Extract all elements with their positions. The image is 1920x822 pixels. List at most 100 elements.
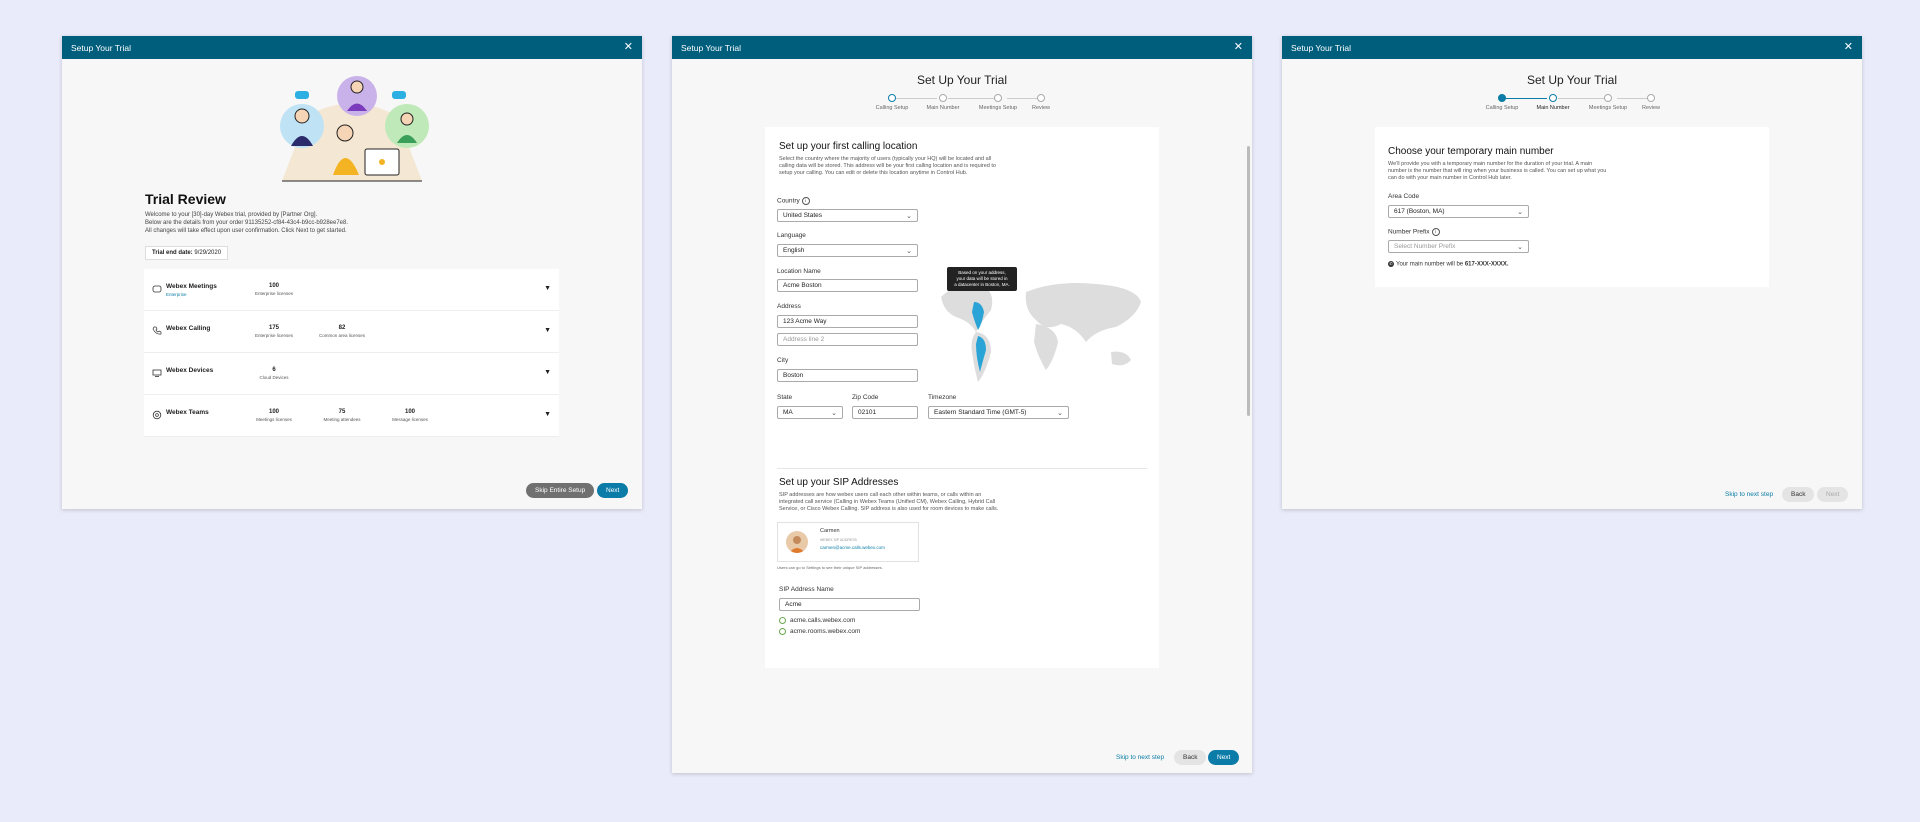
intro-line: All changes will take effect upon user c…: [145, 228, 347, 234]
skip-to-next-step-link[interactable]: Skip to next step: [1116, 754, 1164, 761]
phone-icon: ✆: [1388, 261, 1394, 267]
step-main-number: Main Number: [1523, 94, 1583, 111]
country-select[interactable]: United States ⌄: [777, 209, 918, 222]
main-number-modal: Setup Your Trial ✕ Set Up Your Trial Cal…: [1282, 36, 1862, 509]
service-name: Webex Devices: [166, 367, 214, 374]
step-dot: [1549, 94, 1557, 102]
skip-entire-setup-button[interactable]: Skip Entire Setup: [526, 483, 595, 498]
close-icon[interactable]: ✕: [1844, 42, 1853, 53]
avatar: [786, 531, 808, 553]
calling-setup-modal: Setup Your Trial ✕ Set Up Your Trial Cal…: [672, 36, 1252, 773]
number-prefix-select[interactable]: Select Number Prefix ⌄: [1388, 240, 1529, 253]
sip-example-card: Carmen WEBEX SIP ADDRESS carmen@acme.cal…: [777, 522, 919, 562]
license-label: Common area licenses: [318, 333, 366, 338]
language-select[interactable]: English ⌄: [777, 244, 918, 257]
timezone-value: Eastern Standard Time (GMT-5): [934, 409, 1027, 416]
description-line: Select the country where the majority of…: [779, 156, 992, 162]
info-icon[interactable]: i: [801, 197, 810, 205]
timezone-select[interactable]: Eastern Standard Time (GMT-5) ⌄: [928, 406, 1069, 419]
trial-review-modal: Setup Your Trial ✕ Trial Review Welcome …: [62, 36, 642, 509]
step-dot: [1037, 94, 1045, 102]
device-icon: [152, 369, 162, 377]
description-line: setup your calling. You can edit or dele…: [779, 170, 968, 176]
step-label: Review: [1031, 105, 1051, 111]
caret-down-icon[interactable]: ▼: [544, 411, 551, 418]
back-button[interactable]: Back: [1174, 750, 1207, 765]
section-title: Choose your temporary main number: [1388, 146, 1554, 157]
service-row-devices[interactable]: Webex Devices 6 Cloud Devices ▼: [144, 353, 559, 395]
service-name: Webex Calling: [166, 325, 211, 332]
service-row-meetings[interactable]: Webex Meetings Enterprise 100 Enterprise…: [144, 269, 559, 311]
city-input[interactable]: Boston: [777, 369, 918, 382]
license-count: 82: [338, 325, 346, 331]
intro-text: Welcome to your [30]-day Webex trial, pr…: [145, 211, 348, 235]
number-prefix-placeholder: Select Number Prefix: [1394, 243, 1456, 250]
modal-header: Setup Your Trial ✕: [672, 36, 1252, 59]
info-icon[interactable]: i: [1431, 228, 1440, 236]
scrollbar[interactable]: [1247, 146, 1250, 416]
language-label: Language: [777, 232, 806, 239]
close-icon[interactable]: ✕: [624, 42, 633, 53]
page-title: Set Up Your Trial: [1526, 73, 1618, 87]
next-button[interactable]: Next: [1208, 750, 1240, 765]
step-dot: [888, 94, 896, 102]
people-illustration: [280, 76, 429, 182]
close-icon[interactable]: ✕: [1234, 42, 1243, 53]
caret-down-icon[interactable]: ▼: [544, 327, 551, 334]
country-value: United States: [783, 212, 823, 219]
next-button[interactable]: Next: [1817, 487, 1849, 502]
step-dot: [1647, 94, 1655, 102]
step-review: Review: [1621, 94, 1681, 111]
address-line2-input[interactable]: Address line 2: [777, 333, 918, 346]
license-cell: 100 Message licenses: [375, 409, 445, 422]
zip-input[interactable]: 02101: [852, 406, 918, 419]
license-label: Enterprise licenses: [254, 291, 294, 296]
country-label: Country i: [777, 197, 810, 205]
chevron-down-icon: ⌄: [1517, 244, 1523, 251]
main-number-value: 617-XXX-XXXX.: [1464, 261, 1509, 268]
address-line1-input[interactable]: 123 Acme Way: [777, 315, 918, 328]
trial-end-label: Trial end date:: [152, 250, 193, 256]
zip-label: Zip Code: [852, 394, 879, 401]
service-row-calling[interactable]: Webex Calling 175 Enterprise licenses 82…: [144, 311, 559, 353]
sip-note: Users can go to Settings to see their un…: [777, 565, 883, 570]
section-divider: [777, 468, 1147, 469]
service-tier: Enterprise: [166, 292, 187, 297]
calling-location-card: Set up your first calling location Selec…: [765, 127, 1159, 668]
license-cell: 100 Enterprise licenses: [239, 283, 309, 296]
description-line: number is the number that will ring when…: [1388, 168, 1607, 174]
section-description: SIP addresses are how webex users call e…: [779, 492, 998, 513]
skip-to-next-step-link[interactable]: Skip to next step: [1725, 491, 1773, 498]
area-code-select[interactable]: 617 (Boston, MA) ⌄: [1388, 205, 1529, 218]
location-name-input[interactable]: Acme Boston: [777, 279, 918, 292]
step-review: Review: [1011, 94, 1071, 111]
modal-header: Setup Your Trial ✕: [62, 36, 642, 59]
service-row-teams[interactable]: Webex Teams 100 Meetings licenses 75 Mee…: [144, 395, 559, 437]
section-title: Set up your SIP Addresses: [779, 477, 899, 488]
check-circle-icon: [779, 628, 786, 635]
description-line: We'll provide you with a temporary main …: [1388, 161, 1593, 167]
trial-end-value: 9/29/2020: [194, 250, 222, 256]
caret-down-icon[interactable]: ▼: [544, 369, 551, 376]
number-prefix-label: Number Prefix i: [1388, 228, 1440, 236]
description-line: Service, or Cisco Webex Calling. SIP add…: [779, 506, 999, 512]
caret-down-icon[interactable]: ▼: [544, 285, 551, 292]
main-number-preview: ✆ Your main number will be 617-XXX-XXXX.: [1388, 261, 1509, 268]
step-dot: [994, 94, 1002, 102]
state-select[interactable]: MA ⌄: [777, 406, 843, 419]
license-label: Cloud Devices: [259, 375, 289, 380]
sip-address-name-label: SIP Address Name: [779, 586, 834, 593]
license-count: 100: [404, 409, 415, 415]
description-line: calling data will be stored. This addres…: [779, 163, 996, 169]
back-button[interactable]: Back: [1782, 487, 1815, 502]
main-number-card: Choose your temporary main number We'll …: [1375, 127, 1769, 287]
step-label: Main Number: [926, 105, 960, 111]
sip-address-name-input[interactable]: Acme: [779, 598, 920, 611]
license-label: Meeting attendees: [323, 417, 361, 422]
license-count: 75: [338, 409, 346, 415]
next-button[interactable]: Next: [597, 483, 629, 498]
page-title: Set Up Your Trial: [916, 73, 1008, 87]
license-cell: 175 Enterprise licenses: [239, 325, 309, 338]
city-label: City: [777, 357, 789, 364]
chevron-down-icon: ⌄: [831, 410, 837, 417]
